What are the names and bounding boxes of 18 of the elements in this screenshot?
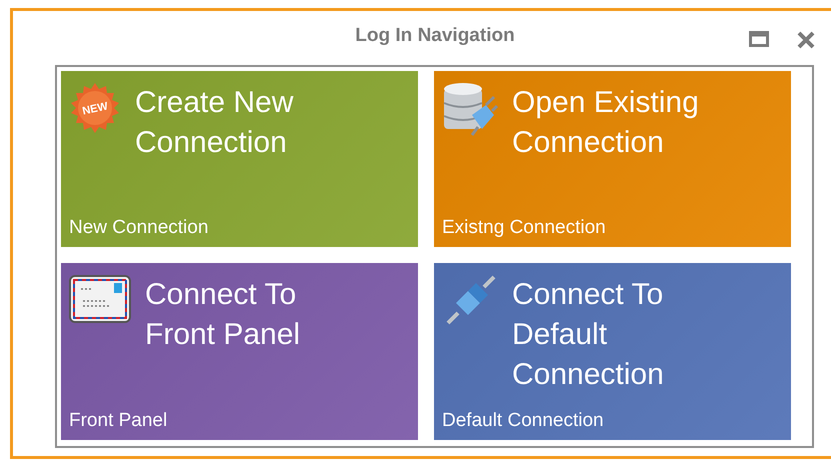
navigation-tile[interactable]: Connect To Default Connection Default Connection (434, 263, 791, 440)
maximize-icon[interactable] (749, 31, 769, 47)
tile-subtitle: Front Panel (69, 410, 168, 432)
window-title: Log In Navigation (355, 25, 515, 47)
badge-label: NEW (81, 100, 109, 118)
tile-title: Connect To Default Connection (512, 277, 665, 393)
tile-subtitle: New Connection (69, 217, 210, 239)
tile-title: Open Existing Connection (512, 85, 700, 161)
tile-subtitle: Existng Connection (442, 217, 607, 239)
tile-title: Connect To Front Panel (145, 277, 302, 353)
tile-title: Create New Connection (135, 85, 294, 161)
navigation-tile[interactable]: NEW Create New Connection New Connection (61, 71, 418, 247)
envelope-icon (69, 273, 131, 325)
navigation-tile[interactable]: Connect To Front Panel Front Panel (61, 263, 418, 440)
database-plug-icon (442, 81, 498, 137)
navigation-tile[interactable]: Open Existing Connection Existng Connection (434, 71, 791, 247)
close-icon[interactable] (797, 31, 815, 49)
tile-subtitle: Default Connection (442, 410, 605, 432)
